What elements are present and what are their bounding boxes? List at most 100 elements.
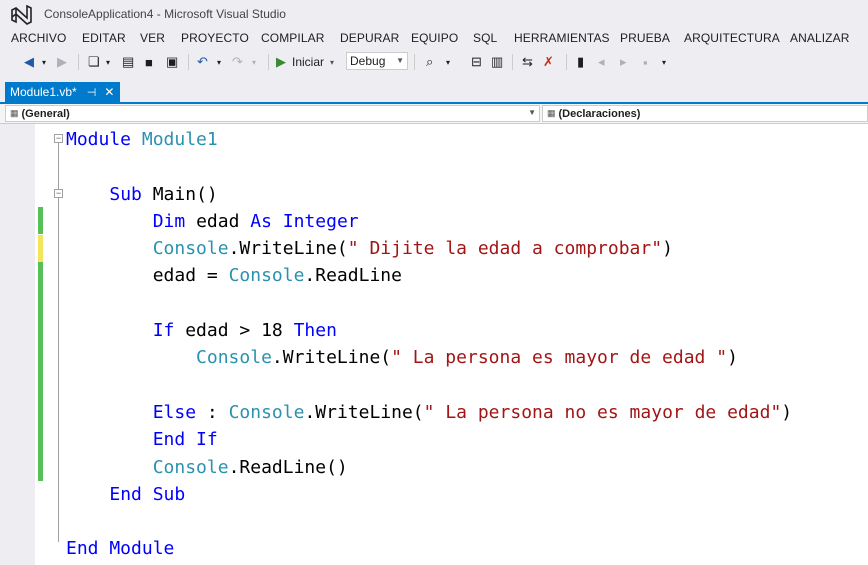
- toolbar-separator: [268, 54, 269, 70]
- properties-icon[interactable]: ▥: [491, 53, 503, 71]
- type-token: Console: [228, 265, 305, 287]
- code-line[interactable]: Console.ReadLine(): [66, 454, 792, 481]
- code-line[interactable]: Sub Main(): [66, 181, 792, 208]
- code-line[interactable]: Else : Console.WriteLine(" La persona no…: [66, 399, 792, 426]
- keyword-token: End Sub: [109, 483, 186, 505]
- find-dropdown-icon[interactable]: ▾: [446, 53, 450, 71]
- toolbar-separator: [512, 54, 513, 70]
- types-dropdown[interactable]: ▦ (General) ▼: [5, 105, 540, 122]
- undo-dropdown-icon[interactable]: ▾: [217, 53, 221, 71]
- menu-prueba[interactable]: PRUEBA: [620, 31, 670, 45]
- code-line[interactable]: [66, 508, 792, 535]
- code-line[interactable]: [66, 153, 792, 180]
- chevron-down-icon: ▼: [396, 56, 404, 65]
- keyword-token: Module: [66, 129, 142, 150]
- code-line[interactable]: edad = Console.ReadLine: [66, 262, 792, 289]
- code-line[interactable]: If edad > 18 Then: [66, 317, 792, 344]
- code-token: edad > 18: [185, 320, 294, 342]
- save-icon[interactable]: ■: [145, 53, 153, 71]
- configuration-value: Debug: [350, 54, 386, 68]
- code-line[interactable]: End Sub: [66, 481, 792, 508]
- visual-studio-logo-icon: [11, 5, 32, 25]
- code-line[interactable]: Dim edad As Integer: [66, 208, 792, 235]
- find-in-files-icon[interactable]: ⌕: [426, 53, 433, 71]
- code-line[interactable]: [66, 290, 792, 317]
- code-token: .ReadLine: [304, 265, 402, 287]
- toolbar-overflow-icon[interactable]: ▾: [662, 53, 666, 71]
- collapse-sub-icon[interactable]: −: [54, 189, 63, 198]
- next-bookmark-icon[interactable]: ▸: [620, 53, 627, 71]
- code-line[interactable]: End Module: [66, 535, 792, 562]
- code-line[interactable]: Console.WriteLine(" La persona es mayor …: [66, 344, 792, 371]
- open-file-icon[interactable]: ▤: [122, 53, 134, 71]
- code-line[interactable]: End If: [66, 426, 792, 453]
- code-token: edad: [196, 210, 251, 232]
- code-token: ): [727, 347, 738, 369]
- add-watch-icon[interactable]: ⇆: [522, 53, 533, 71]
- menu-compilar[interactable]: COMPILAR: [261, 31, 324, 45]
- document-tab-strip: Module1.vb* ⊣ ✕: [0, 82, 868, 104]
- navigate-forward-icon[interactable]: ▶: [57, 53, 67, 71]
- new-project-icon[interactable]: ❏: [88, 53, 100, 71]
- close-icon[interactable]: ✕: [104, 85, 114, 99]
- start-debugging-button[interactable]: ▶ Iniciar ▾: [276, 53, 334, 71]
- chevron-down-icon: ▾: [330, 57, 335, 67]
- code-token: .WriteLine(: [228, 238, 348, 260]
- code-editor[interactable]: − − Module Module1 Sub Main() Dim edad A…: [5, 124, 868, 565]
- bookmark-folder-icon[interactable]: ▪: [643, 53, 648, 71]
- code-token: .WriteLine(: [271, 347, 392, 369]
- member-icon: ▦: [547, 108, 556, 118]
- new-project-dropdown-icon[interactable]: ▾: [106, 53, 110, 71]
- redo-icon[interactable]: ↷: [232, 53, 243, 71]
- type-token: Console: [196, 347, 272, 369]
- string-token: " La persona no es mayor de edad": [423, 401, 782, 423]
- navigate-back-icon[interactable]: ◀: [24, 53, 34, 71]
- redo-dropdown-icon[interactable]: ▾: [252, 53, 256, 71]
- members-value: (Declaraciones): [558, 107, 641, 120]
- menu-analizar[interactable]: ANALIZAR: [790, 31, 849, 45]
- saved-change-marker: [38, 207, 43, 234]
- save-all-icon[interactable]: ▣: [166, 53, 178, 71]
- clear-bookmarks-icon[interactable]: ✗: [543, 53, 554, 71]
- solution-explorer-icon[interactable]: ⊟: [471, 53, 482, 71]
- keyword-token: Else: [152, 401, 197, 423]
- type-token: Console: [152, 238, 229, 260]
- menu-equipo[interactable]: EQUIPO: [411, 31, 458, 45]
- members-dropdown[interactable]: ▦ (Declaraciones): [542, 105, 868, 122]
- previous-bookmark-icon[interactable]: ◂: [598, 53, 605, 71]
- code-text[interactable]: Module Module1 Sub Main() Dim edad As In…: [66, 126, 792, 563]
- outlining-line: [58, 142, 59, 542]
- menu-bar: ARCHIVO EDITAR VER PROYECTO COMPILAR DEP…: [0, 28, 868, 48]
- code-line[interactable]: [66, 372, 792, 399]
- menu-proyecto[interactable]: PROYECTO: [181, 31, 249, 45]
- menu-editar[interactable]: EDITAR: [82, 31, 126, 45]
- menu-sql[interactable]: SQL: [473, 31, 497, 45]
- collapse-module-icon[interactable]: −: [54, 134, 63, 143]
- keyword-token: Then: [293, 320, 337, 342]
- tab-label: Module1.vb*: [10, 85, 77, 99]
- code-line[interactable]: Console.WriteLine(" Dijite la edad a com…: [66, 235, 792, 262]
- code-line[interactable]: Module Module1: [66, 126, 792, 153]
- saved-change-marker: [38, 262, 43, 481]
- menu-ver[interactable]: VER: [140, 31, 165, 45]
- menu-arquitectura[interactable]: ARQUITECTURA: [684, 31, 780, 45]
- chevron-down-icon: ▼: [528, 108, 536, 117]
- back-dropdown-icon[interactable]: ▾: [42, 53, 46, 71]
- keyword-token: Dim: [152, 210, 197, 232]
- menu-archivo[interactable]: ARCHIVO: [11, 31, 66, 45]
- undo-icon[interactable]: ↶: [197, 53, 208, 71]
- menu-herramientas[interactable]: HERRAMIENTAS: [514, 31, 610, 45]
- title-bar: ConsoleApplication4 - Microsoft Visual S…: [0, 0, 868, 28]
- string-token: " Dijite la edad a comprobar": [347, 238, 663, 260]
- solution-configuration-select[interactable]: Debug ▼: [346, 52, 408, 70]
- menu-depurar[interactable]: DEPURAR: [340, 31, 399, 45]
- pin-icon[interactable]: ⊣: [87, 86, 97, 99]
- bookmark-icon[interactable]: ▮: [577, 53, 584, 71]
- tab-module1[interactable]: Module1.vb* ⊣ ✕: [5, 82, 120, 102]
